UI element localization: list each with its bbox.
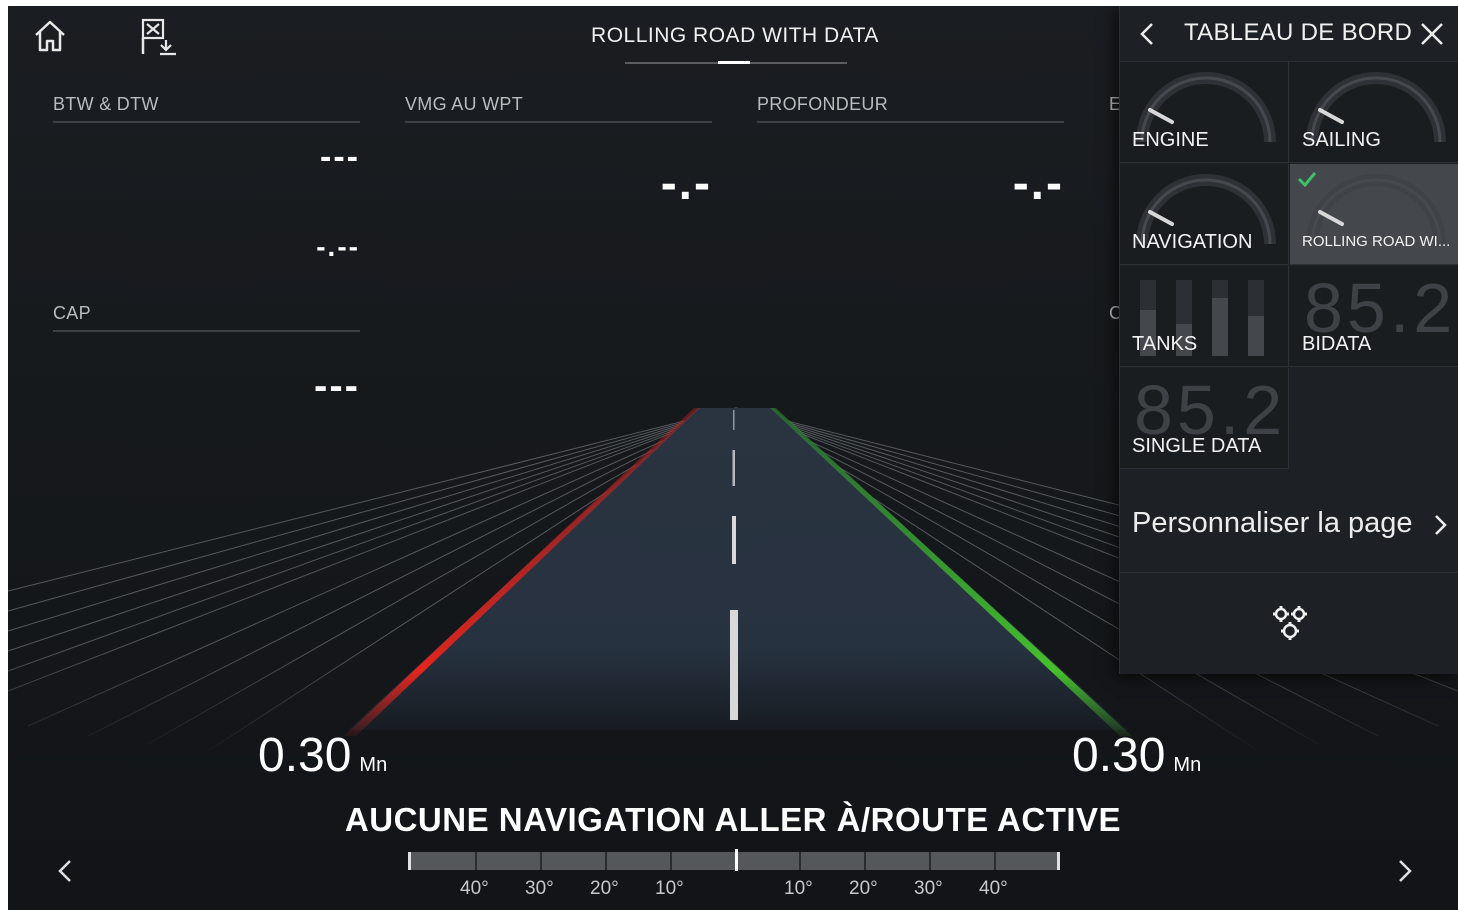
dashboard-tile[interactable]: ROLLING ROAD WI...: [1290, 164, 1458, 265]
right-distance-value: 0.30: [1072, 729, 1166, 782]
chevron-right-icon: [1435, 515, 1447, 535]
dashboard-tile-label: ROLLING ROAD WI...: [1302, 233, 1451, 250]
previous-page-button[interactable]: [50, 851, 80, 891]
chevron-left-icon: [58, 860, 71, 882]
dashboard-tile[interactable]: TANKS: [1120, 266, 1289, 367]
scale-label: 20°: [849, 878, 878, 899]
dashboard-tile[interactable]: SAILING: [1290, 62, 1458, 163]
left-distance: 0.30 Mn: [258, 728, 387, 783]
vmg-label: VMG AU WPT: [405, 94, 712, 123]
btw-dtw-label: BTW & DTW: [53, 94, 360, 123]
scale-label: 20°: [590, 878, 619, 899]
next-page-button[interactable]: [1390, 851, 1420, 891]
heading-value: ---: [314, 364, 360, 408]
panel-header: TABLEAU DE BORD: [1120, 6, 1458, 62]
check-icon: [1297, 172, 1317, 188]
customize-page-row[interactable]: Personnaliser la page: [1120, 471, 1458, 573]
page-indicator: [625, 61, 847, 64]
heading-label: CAP: [53, 303, 360, 332]
dashboard-tile-label: BIDATA: [1302, 333, 1372, 355]
settings-gears-icon[interactable]: [1268, 602, 1312, 646]
left-distance-unit: Mn: [359, 754, 388, 776]
chevron-right-icon: [1399, 860, 1412, 882]
dashboard-tile[interactable]: 85.2 BIDATA: [1290, 266, 1458, 367]
scale-label: 30°: [914, 878, 943, 899]
scale-label: 10°: [655, 878, 684, 899]
close-icon: [1421, 23, 1443, 45]
vmg-value: -.-: [660, 157, 712, 210]
chevron-left-icon: [1140, 23, 1153, 45]
scale-label: 40°: [460, 878, 489, 899]
depth-value: -.-: [1012, 157, 1064, 210]
panel-back-button[interactable]: [1132, 18, 1164, 50]
customize-page-label: Personnaliser la page: [1132, 507, 1413, 539]
left-distance-value: 0.30: [258, 729, 352, 782]
scale-label: 30°: [525, 878, 554, 899]
right-distance-unit: Mn: [1173, 754, 1202, 776]
xte-scale-bar: [408, 849, 1060, 871]
settings-row: [1120, 574, 1458, 674]
scale-label: 10°: [784, 878, 813, 899]
dashboard-panel: TABLEAU DE BORD ENGINE SAILING NAVIGATION R…: [1119, 6, 1458, 674]
home-icon: [35, 20, 65, 52]
dashboard-tile[interactable]: NAVIGATION: [1120, 164, 1289, 265]
home-button[interactable]: [28, 14, 72, 58]
waypoint-flag-icon: [141, 18, 176, 56]
btw-value: ---: [320, 138, 360, 176]
right-distance: 0.30 Mn: [1072, 728, 1201, 783]
dtw-value: -.--: [316, 231, 360, 262]
navigation-status: AUCUNE NAVIGATION ALLER À/ROUTE ACTIVE: [344, 801, 1122, 838]
dashboard-tile-label: SINGLE DATA: [1132, 435, 1262, 457]
waypoint-button[interactable]: [136, 14, 180, 58]
dashboard-screen: ROLLING ROAD WITH DATA BTW & DTW --- -.-…: [8, 6, 1458, 910]
panel-close-button[interactable]: [1416, 18, 1448, 50]
panel-title: TABLEAU DE BORD: [1184, 19, 1413, 46]
depth-label: PROFONDEUR: [757, 94, 1064, 123]
scale-label: 40°: [979, 878, 1008, 899]
page-title: ROLLING ROAD WITH DATA: [591, 24, 879, 47]
dashboard-tile-label: NAVIGATION: [1132, 231, 1253, 253]
dashboard-tile[interactable]: 85.2 SINGLE DATA: [1120, 368, 1289, 469]
dashboard-tile[interactable]: ENGINE: [1120, 62, 1289, 163]
dashboard-tile-label: TANKS: [1132, 333, 1198, 355]
dashboard-tile-label: SAILING: [1302, 129, 1381, 151]
dashboard-tile-label: ENGINE: [1132, 129, 1209, 151]
